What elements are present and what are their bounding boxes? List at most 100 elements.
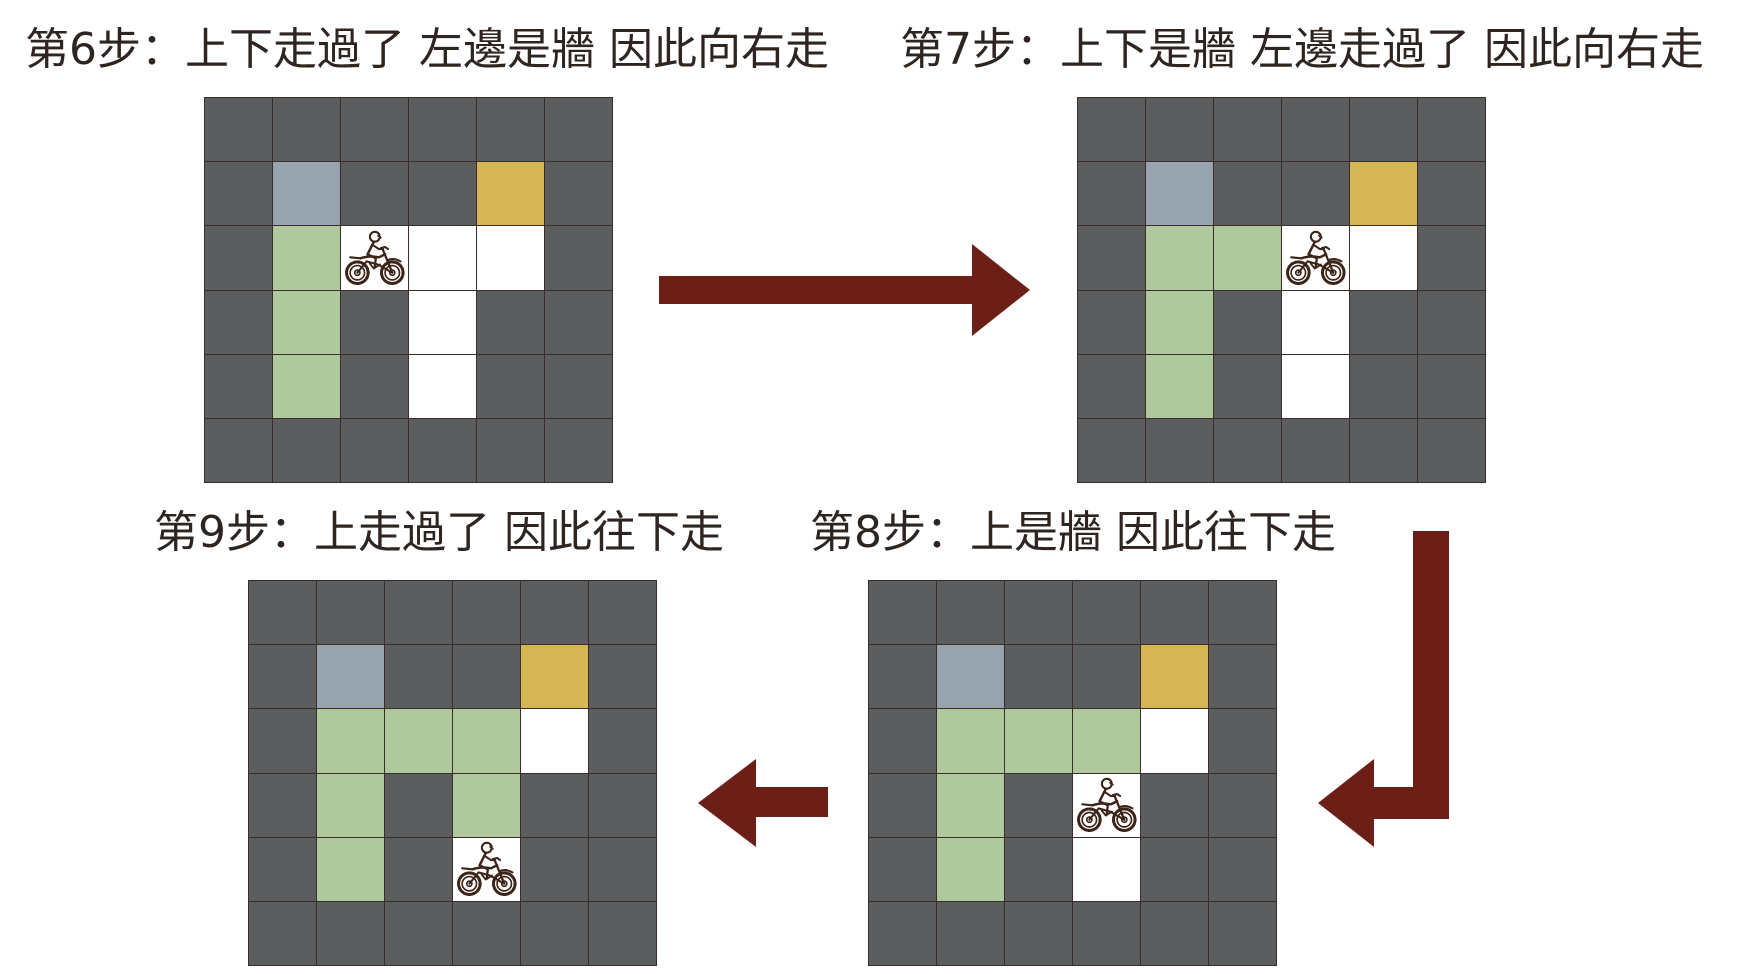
start-cell	[937, 645, 1004, 709]
maze-steps-slide: 第6步：上下走過了 左邊是牆 因此向右走 第7步：上下是牆 左邊走過了 因此向右…	[0, 0, 1748, 978]
wall-cell	[1005, 837, 1072, 901]
wall-cell	[1214, 290, 1281, 354]
left-arrow	[698, 759, 828, 847]
wall-cell	[1209, 901, 1276, 965]
step-7-maze-grid	[1077, 97, 1486, 483]
wall-cell	[1078, 162, 1145, 226]
wall-cell	[249, 901, 316, 965]
open-cell	[1350, 226, 1417, 290]
visited-cell	[453, 773, 520, 837]
wall-cell	[1078, 354, 1145, 418]
wall-cell	[385, 581, 452, 645]
start-cell	[273, 162, 340, 226]
wall-cell	[453, 645, 520, 709]
goal-cell	[521, 645, 588, 709]
wall-cell	[249, 837, 316, 901]
wall-cell	[1418, 162, 1485, 226]
wall-cell	[1350, 354, 1417, 418]
wall-cell	[545, 290, 612, 354]
wall-cell	[453, 581, 520, 645]
wall-cell	[409, 98, 476, 162]
wall-cell	[869, 581, 936, 645]
wall-cell	[1209, 645, 1276, 709]
wall-cell	[521, 773, 588, 837]
wall-cell	[249, 645, 316, 709]
wall-cell	[1078, 290, 1145, 354]
visited-cell	[1146, 226, 1213, 290]
visited-cell	[453, 709, 520, 773]
wall-cell	[477, 354, 544, 418]
wall-cell	[341, 290, 408, 354]
start-cell	[317, 645, 384, 709]
wall-cell	[317, 581, 384, 645]
wall-cell	[1418, 226, 1485, 290]
wall-cell	[205, 290, 272, 354]
wall-cell	[1073, 901, 1140, 965]
wall-cell	[545, 354, 612, 418]
wall-cell	[545, 98, 612, 162]
motorcycle-icon	[1285, 230, 1346, 285]
wall-cell	[205, 354, 272, 418]
wall-cell	[869, 773, 936, 837]
wall-cell	[1141, 837, 1208, 901]
open-cell	[1282, 290, 1349, 354]
wall-cell	[1214, 418, 1281, 482]
open-cell	[521, 709, 588, 773]
visited-cell	[1005, 709, 1072, 773]
visited-cell	[273, 290, 340, 354]
wall-cell	[249, 773, 316, 837]
wall-cell	[453, 901, 520, 965]
wall-cell	[1418, 98, 1485, 162]
open-cell	[409, 226, 476, 290]
wall-cell	[869, 837, 936, 901]
wall-cell	[589, 837, 656, 901]
wall-cell	[273, 418, 340, 482]
wall-cell	[1078, 226, 1145, 290]
wall-cell	[937, 581, 1004, 645]
wall-cell	[477, 98, 544, 162]
wall-cell	[589, 709, 656, 773]
step-6-maze-grid	[204, 97, 613, 483]
wall-cell	[1209, 581, 1276, 645]
wall-cell	[1418, 290, 1485, 354]
wall-cell	[1005, 773, 1072, 837]
step-8-maze-grid	[868, 580, 1277, 966]
wall-cell	[545, 162, 612, 226]
wall-cell	[273, 98, 340, 162]
wall-cell	[1418, 418, 1485, 482]
wall-cell	[1141, 773, 1208, 837]
wall-cell	[545, 418, 612, 482]
player-cell	[341, 226, 408, 290]
step-7-title: 第7步：上下是牆 左邊走過了 因此向右走	[900, 24, 1704, 75]
visited-cell	[937, 837, 1004, 901]
visited-cell	[937, 709, 1004, 773]
motorcycle-icon	[456, 841, 517, 896]
wall-cell	[205, 226, 272, 290]
wall-cell	[589, 901, 656, 965]
wall-cell	[1209, 773, 1276, 837]
wall-cell	[1214, 354, 1281, 418]
visited-cell	[273, 354, 340, 418]
wall-cell	[205, 162, 272, 226]
wall-cell	[545, 226, 612, 290]
wall-cell	[205, 98, 272, 162]
wall-cell	[1073, 581, 1140, 645]
open-cell	[1073, 837, 1140, 901]
wall-cell	[589, 581, 656, 645]
wall-cell	[869, 901, 936, 965]
wall-cell	[1078, 98, 1145, 162]
wall-cell	[385, 645, 452, 709]
visited-cell	[1214, 226, 1281, 290]
wall-cell	[1350, 418, 1417, 482]
open-cell	[1141, 709, 1208, 773]
visited-cell	[317, 837, 384, 901]
step-9-maze-grid	[248, 580, 657, 966]
visited-cell	[317, 773, 384, 837]
wall-cell	[341, 162, 408, 226]
start-cell	[1146, 162, 1213, 226]
wall-cell	[249, 709, 316, 773]
step-8-title: 第8步：上是牆 因此往下走	[810, 507, 1336, 558]
visited-cell	[937, 773, 1004, 837]
wall-cell	[1141, 901, 1208, 965]
visited-cell	[1073, 709, 1140, 773]
